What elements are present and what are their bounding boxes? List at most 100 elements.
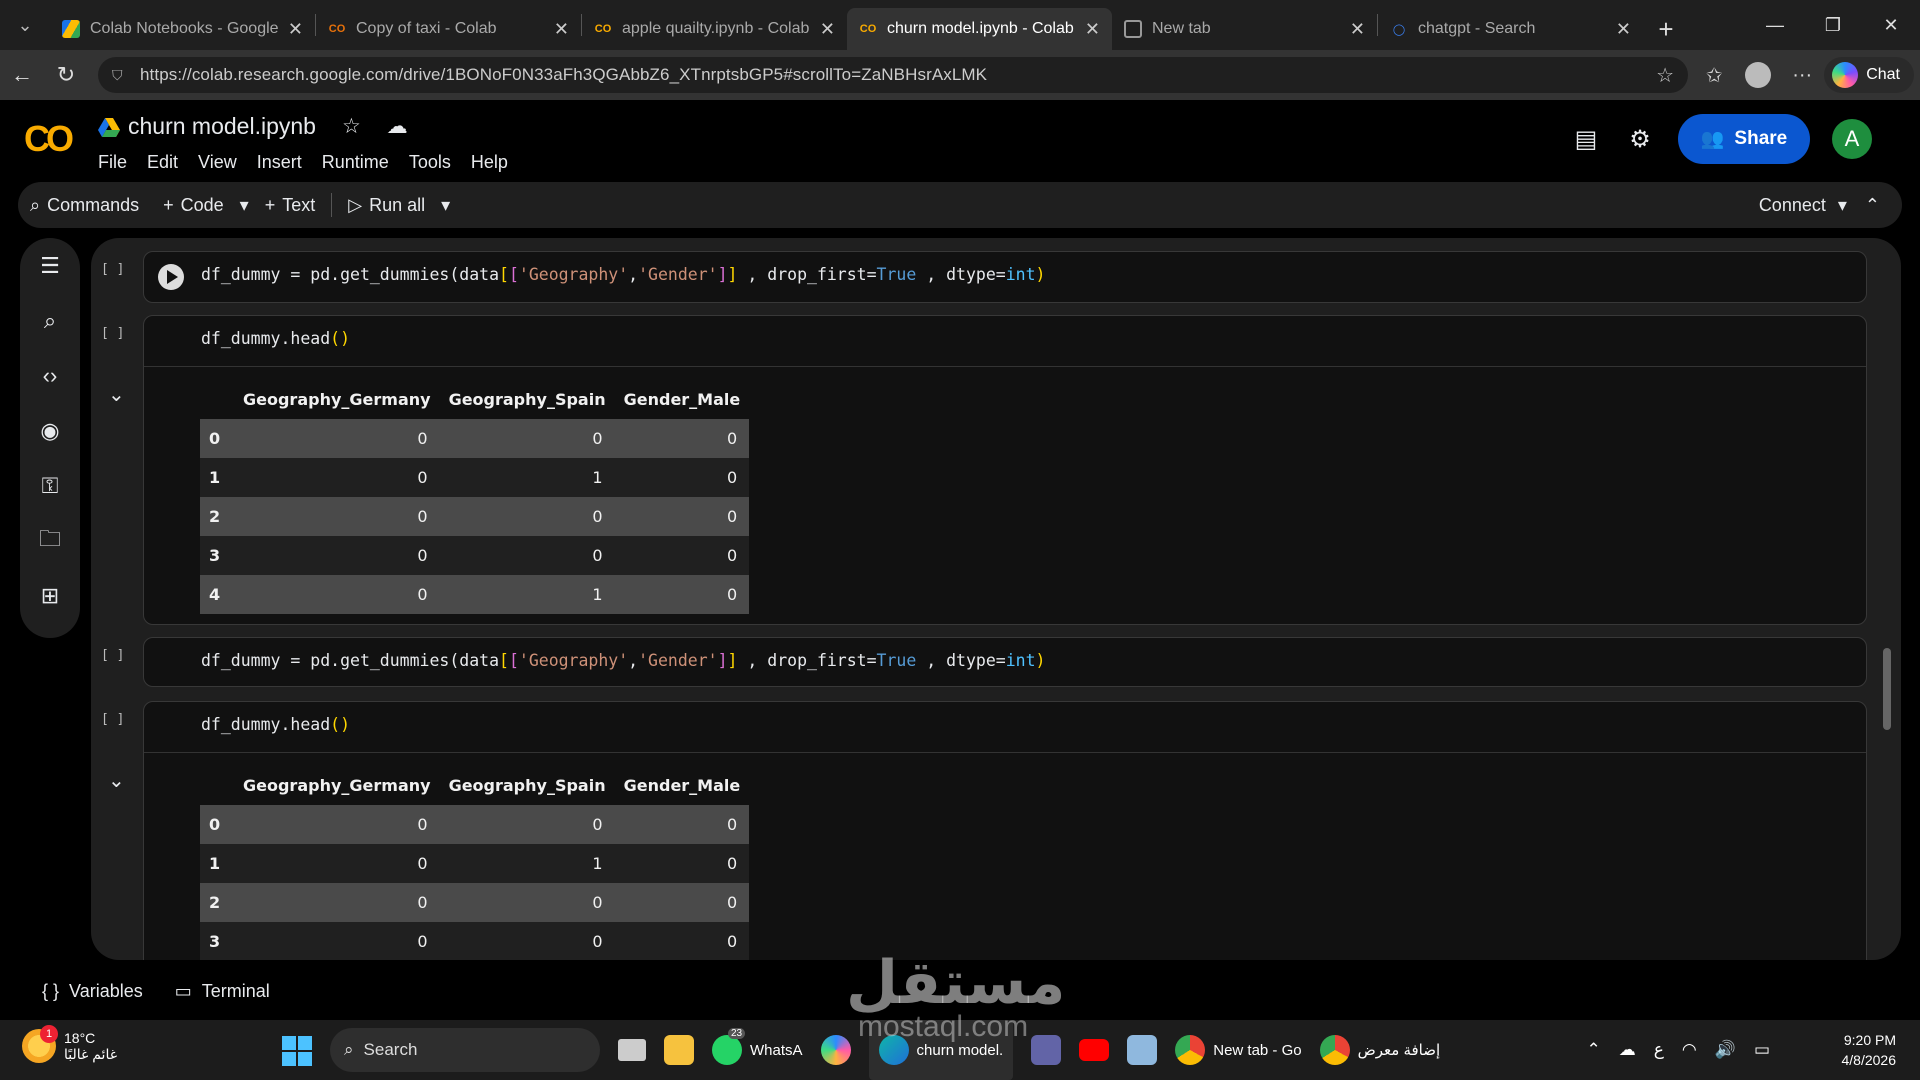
url-field[interactable]: ⛉ https://colab.research.google.com/driv…	[98, 57, 1688, 93]
profile-icon[interactable]	[1736, 53, 1780, 97]
add-text-button[interactable]: + Text	[253, 185, 328, 225]
cell-code[interactable]: df_dummy = pd.get_dummies(data[['Geograp…	[201, 265, 1045, 284]
run-all-button[interactable]: ▷ Run all	[336, 185, 437, 225]
close-icon[interactable]: ✕	[820, 19, 835, 40]
clock-time: 9:20 PM	[1843, 1032, 1896, 1048]
tab-copy-of-taxi[interactable]: CO Copy of taxi - Colab ✕	[316, 8, 581, 50]
window-close-icon[interactable]: ✕	[1862, 0, 1920, 50]
code-cell[interactable]: df_dummy = pd.get_dummies(data[['Geograp…	[143, 251, 1867, 303]
variable-inspector-eye-icon[interactable]: ◉	[20, 403, 80, 458]
close-icon[interactable]: ✕	[288, 19, 303, 40]
menu-file[interactable]: File	[98, 152, 127, 173]
file-explorer-icon[interactable]	[664, 1020, 694, 1080]
connect-dropdown-chevron-icon[interactable]: ▾	[1838, 195, 1847, 216]
whatsapp-app[interactable]: 23 WhatsA	[712, 1020, 803, 1080]
show-hidden-icons-chevron-icon[interactable]: ⌃	[1587, 1040, 1601, 1060]
collapse-header-chevron-up-icon[interactable]: ⌃	[1865, 195, 1880, 216]
weather-widget[interactable]: 1 18°C غائم غالبًا	[22, 1025, 117, 1063]
site-info-icon[interactable]: ⛉	[112, 67, 128, 83]
code-cell[interactable]: df_dummy.head() Geography_Germany Geogra…	[143, 315, 1867, 625]
secrets-key-icon[interactable]: ⚿	[20, 458, 80, 513]
new-tab-plus-icon[interactable]: +	[1643, 8, 1689, 50]
battery-icon[interactable]: ▭	[1754, 1040, 1770, 1060]
tab-apple-quality[interactable]: CO apple quailty.ipynb - Colab ✕	[582, 8, 847, 50]
commands-label: Commands	[47, 194, 140, 215]
teams-icon[interactable]	[1031, 1020, 1062, 1080]
colab-logo[interactable]: CO	[24, 118, 74, 160]
code-cell[interactable]: df_dummy = pd.get_dummies(data[['Geograp…	[143, 637, 1867, 687]
avatar[interactable]: A	[1832, 119, 1872, 159]
copilot-chat-button[interactable]: Chat	[1824, 57, 1914, 93]
notepad-icon[interactable]	[1127, 1020, 1158, 1080]
terminal-button[interactable]: ▭ Terminal	[175, 981, 270, 1002]
menu-help[interactable]: Help	[471, 152, 508, 173]
copilot-app-icon[interactable]	[820, 1020, 851, 1080]
index-header	[200, 765, 234, 805]
code-cell[interactable]: df_dummy.head() Geography_Germany Geogra…	[143, 701, 1867, 960]
run-cell-button[interactable]	[158, 264, 184, 290]
add-code-button[interactable]: + Code	[151, 185, 236, 225]
menu-runtime[interactable]: Runtime	[322, 152, 389, 173]
collapse-output-chevron-icon[interactable]: ⌄	[108, 768, 125, 793]
collapse-output-chevron-icon[interactable]: ⌄	[108, 382, 125, 407]
tab-chatgpt-search[interactable]: ◯ chatgpt - Search ✕	[1378, 8, 1643, 50]
task-view-icon[interactable]	[618, 1020, 646, 1080]
cell-code[interactable]: df_dummy.head()	[201, 329, 350, 348]
connect-group: Connect ▾ ⌃	[1759, 195, 1880, 216]
table-cell: 0	[614, 883, 750, 922]
more-menu-icon[interactable]: ···	[1780, 53, 1824, 97]
chrome-app[interactable]: New tab - Go	[1175, 1020, 1302, 1080]
commands-button[interactable]: ⌕ Commands	[18, 185, 151, 225]
menu-tools[interactable]: Tools	[409, 152, 451, 173]
wifi-icon[interactable]: ◠	[1682, 1040, 1697, 1060]
run-all-dropdown-chevron-icon[interactable]: ▾	[437, 185, 454, 225]
cloud-saved-icon[interactable]: ☁	[387, 114, 408, 139]
close-icon[interactable]: ✕	[1616, 19, 1631, 40]
table-cell: 0	[614, 458, 750, 497]
cell-code[interactable]: df_dummy.head()	[201, 715, 350, 734]
find-replace-icon[interactable]: ⌕	[20, 293, 80, 348]
window-controls: — ❐ ✕	[1746, 0, 1920, 50]
close-icon[interactable]: ✕	[554, 19, 569, 40]
restore-icon[interactable]: ❐	[1804, 0, 1862, 50]
windows-start-icon[interactable]	[282, 1036, 312, 1066]
close-icon[interactable]: ✕	[1085, 19, 1100, 40]
favorites-icon[interactable]: ✩	[1692, 53, 1736, 97]
notebook-scrollbar[interactable]	[1883, 648, 1891, 730]
code-dropdown-chevron-icon[interactable]: ▾	[236, 185, 253, 225]
menu-insert[interactable]: Insert	[257, 152, 302, 173]
minimize-icon[interactable]: —	[1746, 0, 1804, 50]
variables-button[interactable]: { } Variables	[42, 981, 143, 1002]
taskbar-search-box[interactable]: ⌕ Search	[330, 1028, 600, 1072]
back-arrow-icon[interactable]: ←	[0, 53, 44, 97]
share-button[interactable]: 👥 Share	[1678, 114, 1810, 164]
code-snippets-icon[interactable]: ‹›	[20, 348, 80, 403]
star-icon[interactable]: ☆	[342, 114, 361, 139]
menu-view[interactable]: View	[198, 152, 237, 173]
settings-gear-icon[interactable]: ⚙	[1624, 123, 1656, 155]
connect-button[interactable]: Connect	[1759, 195, 1826, 216]
notebook-filename[interactable]: churn model.ipynb	[128, 113, 316, 140]
data-table-icon[interactable]: ⊞	[20, 568, 80, 623]
cell-code[interactable]: df_dummy = pd.get_dummies(data[['Geograp…	[201, 651, 1045, 670]
menu-edit[interactable]: Edit	[147, 152, 178, 173]
comments-icon[interactable]: ▤	[1570, 123, 1602, 155]
table-cell: 0	[439, 805, 615, 844]
system-clock[interactable]: 9:20 PM 4/8/2026	[1842, 1030, 1897, 1070]
input-language[interactable]: ع	[1654, 1040, 1664, 1060]
close-icon[interactable]: ✕	[1350, 19, 1365, 40]
index-header	[200, 379, 234, 419]
tab-new-tab[interactable]: New tab ✕	[1112, 8, 1377, 50]
reload-icon[interactable]: ↻	[44, 53, 88, 97]
chrome-app-2[interactable]: إضافة معرض	[1319, 1020, 1440, 1080]
youtube-icon[interactable]	[1079, 1020, 1110, 1080]
play-icon: ▷	[348, 194, 363, 215]
table-of-contents-icon[interactable]: ☰	[20, 238, 80, 293]
onedrive-cloud-icon[interactable]: ☁	[1619, 1040, 1636, 1060]
files-folder-icon[interactable]: 🗀	[20, 513, 80, 568]
tab-colab-notebooks[interactable]: Colab Notebooks - Google Drive ✕	[50, 8, 315, 50]
tab-churn-model[interactable]: CO churn model.ipynb - Colab ✕	[847, 8, 1112, 50]
tab-list-chevron-icon[interactable]: ⌄	[0, 0, 50, 50]
bookmark-star-icon[interactable]: ☆	[1656, 63, 1674, 88]
volume-icon[interactable]: 🔊	[1715, 1040, 1736, 1060]
